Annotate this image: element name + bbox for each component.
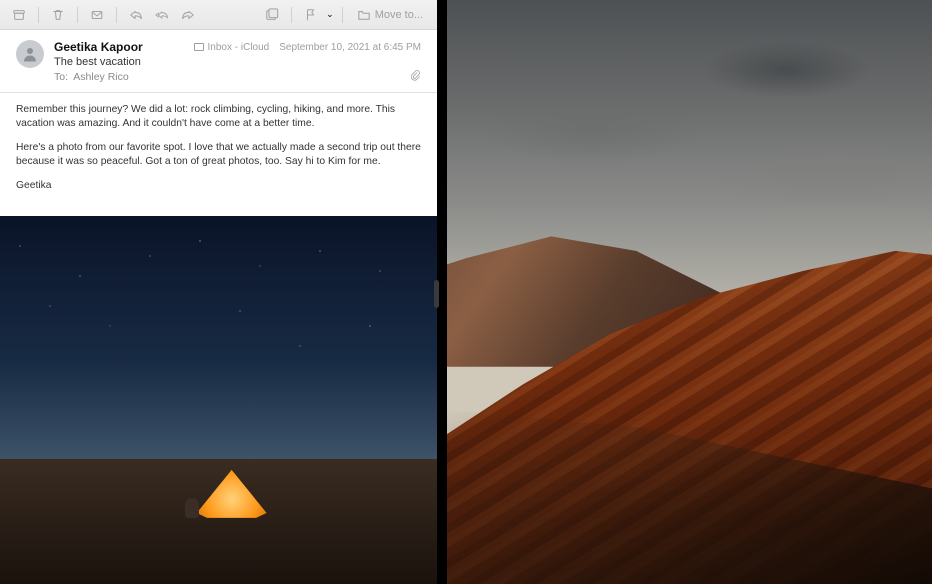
forward-button[interactable] xyxy=(177,4,199,26)
toolbar-separator xyxy=(38,7,39,23)
split-view-divider[interactable] xyxy=(437,0,447,584)
trash-button[interactable] xyxy=(47,4,69,26)
attached-photo-tent[interactable] xyxy=(0,216,437,584)
move-to-label: Move to... xyxy=(375,9,423,21)
reply-all-button[interactable] xyxy=(151,4,173,26)
flag-menu-chevron-icon[interactable]: ⌄ xyxy=(326,9,334,20)
mailbox-icon xyxy=(194,43,204,51)
to-label: To: xyxy=(54,71,68,83)
sender-avatar[interactable] xyxy=(16,40,44,68)
new-message-button[interactable] xyxy=(261,4,283,26)
toolbar-separator xyxy=(291,7,292,23)
toolbar-separator xyxy=(116,7,117,23)
sender-name: Geetika Kapoor xyxy=(54,40,143,54)
split-handle[interactable] xyxy=(434,280,439,308)
archive-button[interactable] xyxy=(8,4,30,26)
message-header: Geetika Kapoor Inbox - iCloud September … xyxy=(0,30,437,93)
junk-button[interactable] xyxy=(86,4,108,26)
mail-toolbar: ⌄ Move to... xyxy=(0,0,437,30)
photo-window[interactable] xyxy=(447,0,932,584)
mail-window: ⌄ Move to... Geetika Kapoor Inbox - iClo… xyxy=(0,0,437,584)
mailbox-badge: Inbox - iCloud xyxy=(194,42,270,53)
photo-tent xyxy=(197,470,267,518)
move-to-button[interactable]: Move to... xyxy=(351,4,429,26)
to-recipient: Ashley Rico xyxy=(73,71,128,83)
body-paragraph: Remember this journey? We did a lot: roc… xyxy=(16,103,421,131)
message-date: September 10, 2021 at 6:45 PM xyxy=(279,42,421,53)
reply-button[interactable] xyxy=(125,4,147,26)
toolbar-separator xyxy=(342,7,343,23)
photo-rocks xyxy=(447,222,932,584)
body-paragraph: Here's a photo from our favorite spot. I… xyxy=(16,141,421,169)
mailbox-label: Inbox - iCloud xyxy=(208,42,270,53)
toolbar-separator xyxy=(77,7,78,23)
body-signature: Geetika xyxy=(16,179,421,193)
flag-button[interactable] xyxy=(300,4,322,26)
message-body: Remember this journey? We did a lot: roc… xyxy=(0,93,437,216)
message-subject: The best vacation xyxy=(54,56,421,68)
attachment-icon[interactable] xyxy=(410,70,421,84)
